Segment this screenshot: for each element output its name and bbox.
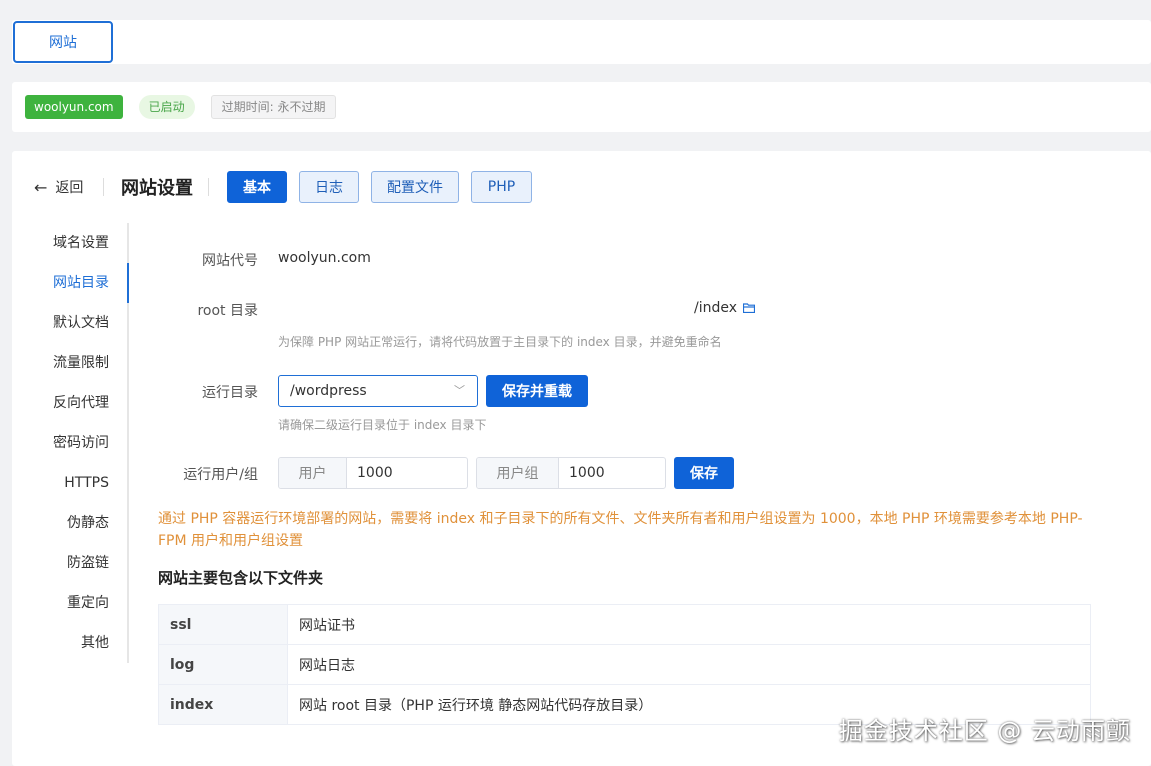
folder-desc: 网站日志: [287, 644, 1091, 685]
back-button[interactable]: ← 返回: [34, 176, 83, 198]
site-settings-panel: ← 返回 网站设置 基本 日志 配置文件 PHP 域名设置 网站目录 默认文档 …: [12, 151, 1151, 766]
settings-sidebar: 域名设置 网站目录 默认文档 流量限制 反向代理 密码访问 HTTPS 伪静态 …: [12, 223, 129, 663]
user-group-label: 运行用户/组: [183, 467, 258, 483]
sidebar-item-https[interactable]: HTTPS: [64, 463, 109, 503]
sidebar-item-other[interactable]: 其他: [81, 623, 109, 663]
root-dir-hint: 为保障 PHP 网站正常运行，请将代码放置于主目录下的 index 目录，并避免…: [278, 335, 722, 349]
site-status-bar: woolyun.com 已启动 过期时间: 永不过期: [12, 82, 1151, 132]
sidebar-item-default-document[interactable]: 默认文档: [53, 303, 109, 343]
tab-php[interactable]: PHP: [471, 171, 532, 203]
tab-log[interactable]: 日志: [299, 171, 359, 203]
top-tab-bar: 网站: [12, 20, 1151, 64]
run-dir-select[interactable]: /wordpress ﹀: [278, 375, 478, 407]
folder-icon[interactable]: [743, 303, 755, 313]
folder-desc: 网站证书: [287, 604, 1091, 645]
sidebar-item-domain[interactable]: 域名设置: [53, 223, 109, 263]
expire-time-badge: 过期时间: 永不过期: [210, 95, 337, 119]
active-indicator: [127, 263, 129, 303]
sidebar-item-rewrite[interactable]: 伪静态: [67, 503, 109, 543]
divider: [208, 178, 209, 196]
save-and-reload-button[interactable]: 保存并重载: [486, 375, 588, 407]
permission-warning: 通过 PHP 容器运行环境部署的网站，需要将 index 和子目录下的所有文件、…: [158, 511, 1083, 549]
table-row: log 网站日志: [158, 644, 1091, 685]
user-input-group: 用户 1000: [278, 457, 468, 489]
sidebar-item-password-access[interactable]: 密码访问: [53, 423, 109, 463]
tab-config-file[interactable]: 配置文件: [371, 171, 459, 203]
site-code-label: 网站代号: [202, 253, 258, 269]
folder-name: log: [158, 644, 288, 685]
user-prefix: 用户: [279, 458, 347, 488]
back-label: 返回: [55, 180, 84, 196]
root-dir-value: /index: [694, 300, 738, 316]
chevron-down-icon: ﹀: [454, 384, 465, 397]
tab-basic[interactable]: 基本: [227, 171, 287, 203]
run-dir-hint: 请确保二级运行目录位于 index 目录下: [278, 418, 487, 432]
running-status-badge: 已启动: [138, 95, 195, 119]
page-title: 网站设置: [121, 178, 193, 199]
table-row: ssl 网站证书: [158, 604, 1091, 645]
folder-name: index: [158, 684, 288, 725]
save-button[interactable]: 保存: [674, 457, 734, 489]
sidebar-item-site-directory[interactable]: 网站目录: [53, 263, 109, 303]
group-prefix: 用户组: [477, 458, 559, 488]
sidebar-item-redirect[interactable]: 重定向: [67, 583, 109, 623]
tab-website[interactable]: 网站: [13, 21, 113, 63]
arrow-left-icon: ←: [34, 177, 48, 197]
root-dir-label: root 目录: [197, 303, 258, 319]
sidebar-item-traffic-limit[interactable]: 流量限制: [53, 343, 109, 383]
run-dir-selected-value: /wordpress: [290, 383, 367, 399]
group-input[interactable]: 1000: [559, 458, 605, 488]
sidebar-item-reverse-proxy[interactable]: 反向代理: [53, 383, 109, 423]
site-code-value: woolyun.com: [278, 250, 371, 266]
folders-section-title: 网站主要包含以下文件夹: [158, 569, 324, 587]
site-domain-tag: woolyun.com: [25, 95, 123, 119]
user-input[interactable]: 1000: [347, 458, 393, 488]
group-input-group: 用户组 1000: [476, 457, 666, 489]
watermark: 掘金技术社区 @ 云动雨颤: [838, 717, 1131, 745]
folder-name: ssl: [158, 604, 288, 645]
sidebar-item-hotlink-protection[interactable]: 防盗链: [67, 543, 109, 583]
run-dir-label: 运行目录: [202, 385, 258, 401]
divider: [103, 178, 104, 196]
folders-table: ssl 网站证书 log 网站日志 index 网站 root 目录（PHP 运…: [158, 604, 1091, 725]
